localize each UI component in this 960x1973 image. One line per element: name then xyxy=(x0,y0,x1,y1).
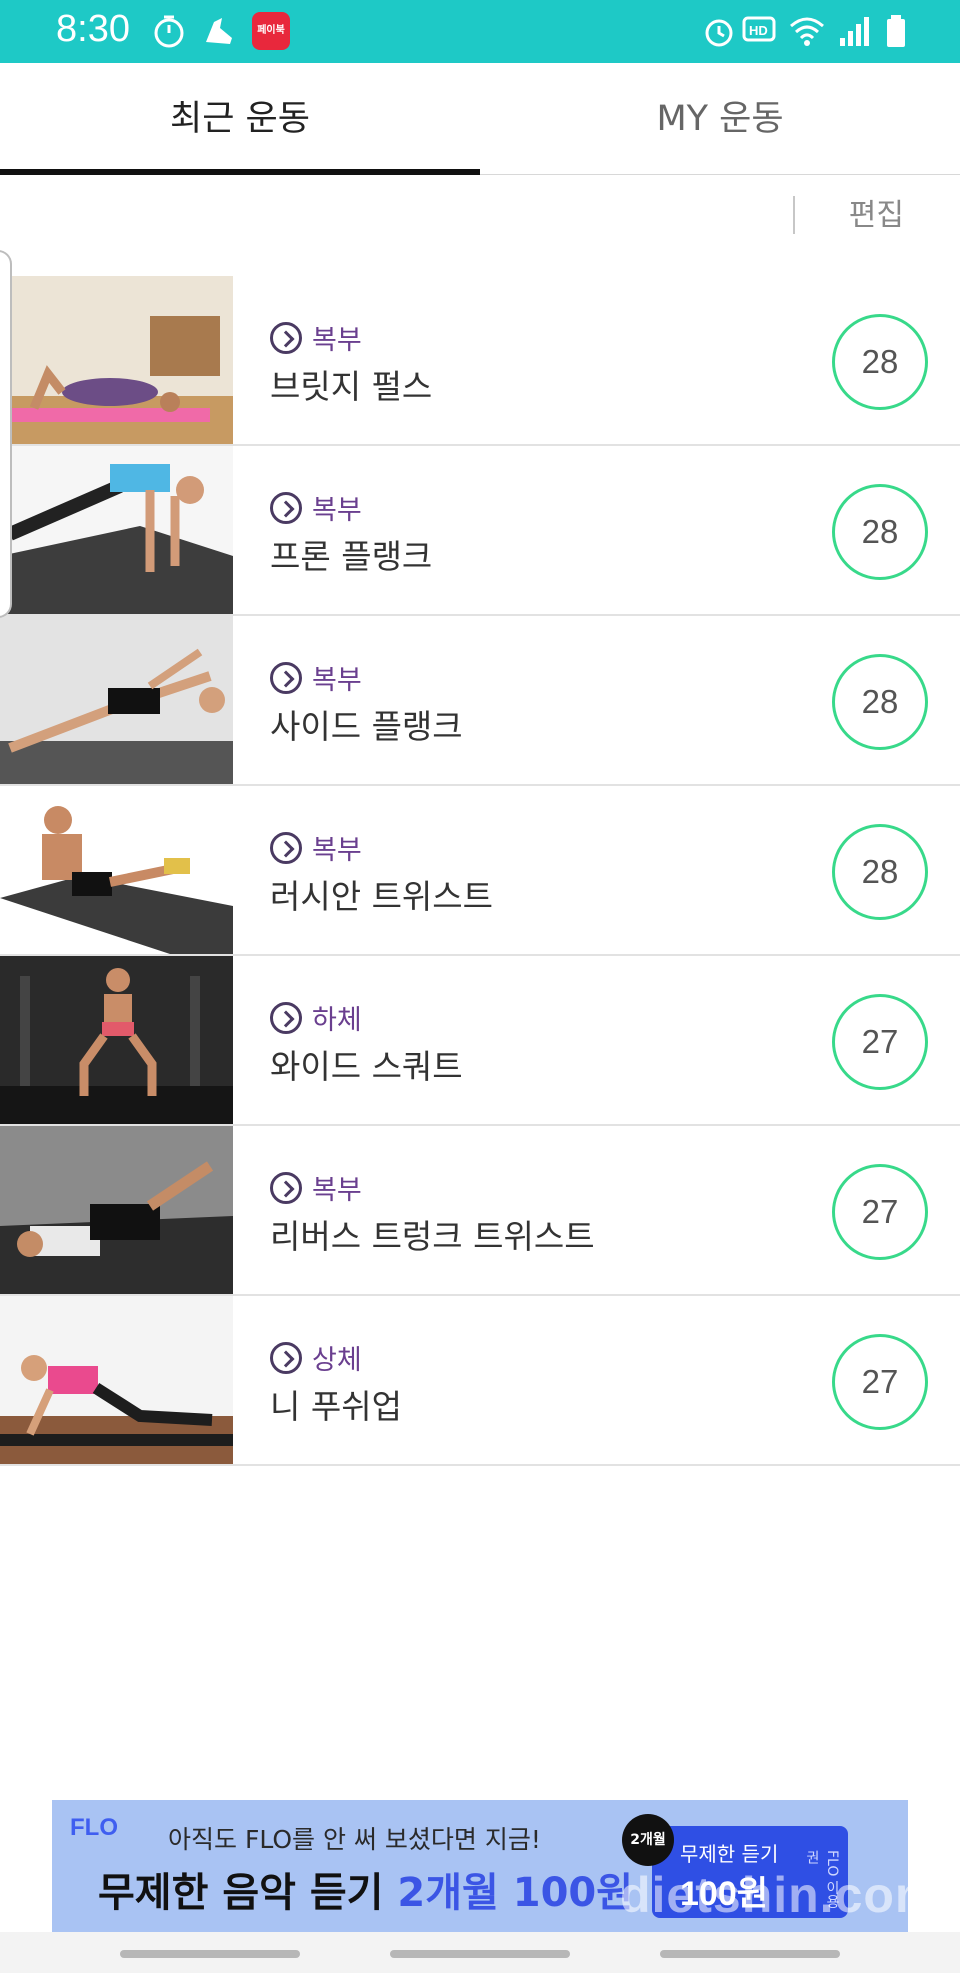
workout-row[interactable]: 복부 러시안 트위스트 28 xyxy=(0,786,960,956)
workout-row[interactable]: 상체 니 푸쉬업 27 xyxy=(0,1296,960,1466)
status-time: 8:30 xyxy=(56,8,130,50)
category-label: 하체 xyxy=(312,1005,362,1036)
tab-recent-workouts[interactable]: 최근 운동 xyxy=(0,63,480,175)
wifi-icon xyxy=(790,17,824,46)
workout-thumbnail xyxy=(0,956,233,1124)
workout-name: 러시안 트위스트 xyxy=(270,877,494,916)
hd-voice-icon: HD xyxy=(742,16,776,42)
chevron-right-circle-icon xyxy=(270,831,302,864)
ad-offer: 무제한 음악 듣기 2개월 100원 xyxy=(98,1860,633,1918)
side-panel-handle[interactable] xyxy=(0,250,12,618)
battery-icon xyxy=(887,15,905,47)
ticket-title: 무제한 듣기 xyxy=(680,1842,779,1866)
active-tab-indicator xyxy=(0,169,480,175)
workout-thumbnail xyxy=(0,446,233,614)
divider xyxy=(793,196,795,234)
system-navigation-bar xyxy=(0,1932,960,1973)
workout-name: 사이드 플랭크 xyxy=(270,707,463,746)
workout-category: 상체 xyxy=(270,1338,362,1377)
chevron-right-circle-icon xyxy=(270,1001,302,1034)
workout-row[interactable]: 복부 프론 플랭크 28 xyxy=(0,446,960,616)
workout-category: 복부 xyxy=(270,1168,362,1207)
chevron-right-circle-icon xyxy=(270,1171,302,1204)
category-label: 복부 xyxy=(312,495,362,526)
workout-thumbnail xyxy=(0,276,233,444)
workout-thumbnail xyxy=(0,616,233,784)
workout-row[interactable]: 복부 사이드 플랭크 28 xyxy=(0,616,960,786)
tab-label: 최근 운동 xyxy=(170,99,310,139)
workout-category: 복부 xyxy=(270,318,362,357)
tab-label: MY 운동 xyxy=(656,99,784,139)
nav-recent-apps[interactable] xyxy=(120,1950,300,1958)
nav-home[interactable] xyxy=(390,1950,570,1958)
alarm-icon xyxy=(705,19,733,47)
workout-row[interactable]: 복부 브릿지 펄스 28 xyxy=(0,276,960,446)
workout-name: 브릿지 펄스 xyxy=(270,367,433,406)
chevron-right-circle-icon xyxy=(270,321,302,354)
ad-offer-text: 무제한 음악 듣기 xyxy=(98,1870,398,1916)
category-label: 복부 xyxy=(312,835,362,866)
status-bar: 8:30 페이북 HD xyxy=(0,0,960,63)
workout-count-badge: 27 xyxy=(832,1334,928,1430)
shoe-icon xyxy=(206,18,232,44)
svg-text:HD: HD xyxy=(749,23,768,38)
workout-count-badge: 28 xyxy=(832,824,928,920)
chevron-right-circle-icon xyxy=(270,661,302,694)
category-label: 복부 xyxy=(312,325,362,356)
workout-thumbnail xyxy=(0,1296,233,1464)
flo-logo: FLO xyxy=(70,1814,118,1841)
workout-row[interactable]: 복부 리버스 트렁크 트위스트 27 xyxy=(0,1126,960,1296)
workout-count-badge: 28 xyxy=(832,484,928,580)
workout-count-badge: 27 xyxy=(832,994,928,1090)
chevron-right-circle-icon xyxy=(270,1341,302,1374)
timer-icon xyxy=(154,15,184,48)
tab-my-workouts[interactable]: MY 운동 xyxy=(480,63,960,175)
workout-list: 복부 브릿지 펄스 28 복부 프론 플랭크 28 복부 사이드 플랭크 28 … xyxy=(0,276,960,1466)
workout-thumbnail xyxy=(0,786,233,954)
workout-category: 복부 xyxy=(270,658,362,697)
nav-back[interactable] xyxy=(660,1950,840,1958)
watermark: dietshin.com xyxy=(620,1867,941,1923)
workout-category: 하체 xyxy=(270,998,362,1037)
workout-row[interactable]: 하체 와이드 스쿼트 27 xyxy=(0,956,960,1126)
workout-name: 니 푸쉬업 xyxy=(270,1387,402,1426)
toolbar: 편집 xyxy=(0,176,960,276)
ad-offer-highlight: 2개월 100원 xyxy=(397,1870,634,1916)
workout-name: 리버스 트렁크 트위스트 xyxy=(270,1217,595,1256)
workout-count-badge: 28 xyxy=(832,314,928,410)
workout-count-badge: 28 xyxy=(832,654,928,750)
ad-headline: 아직도 FLO를 안 써 보셨다면 지금! xyxy=(168,1825,541,1854)
workout-name: 프론 플랭크 xyxy=(270,537,433,576)
workout-thumbnail xyxy=(0,1126,233,1294)
chevron-right-circle-icon xyxy=(270,491,302,524)
paybook-app-icon: 페이북 xyxy=(252,12,290,50)
ad-duration-badge: 2개월 xyxy=(622,1814,674,1866)
workout-name: 와이드 스쿼트 xyxy=(270,1047,463,1086)
category-label: 복부 xyxy=(312,1175,362,1206)
tab-bar: 최근 운동 MY 운동 xyxy=(0,63,960,175)
workout-category: 복부 xyxy=(270,828,362,867)
workout-count-badge: 27 xyxy=(832,1164,928,1260)
category-label: 상체 xyxy=(312,1345,362,1376)
category-label: 복부 xyxy=(312,665,362,696)
signal-icon xyxy=(840,17,869,46)
workout-category: 복부 xyxy=(270,488,362,527)
edit-button[interactable]: 편집 xyxy=(849,190,904,234)
